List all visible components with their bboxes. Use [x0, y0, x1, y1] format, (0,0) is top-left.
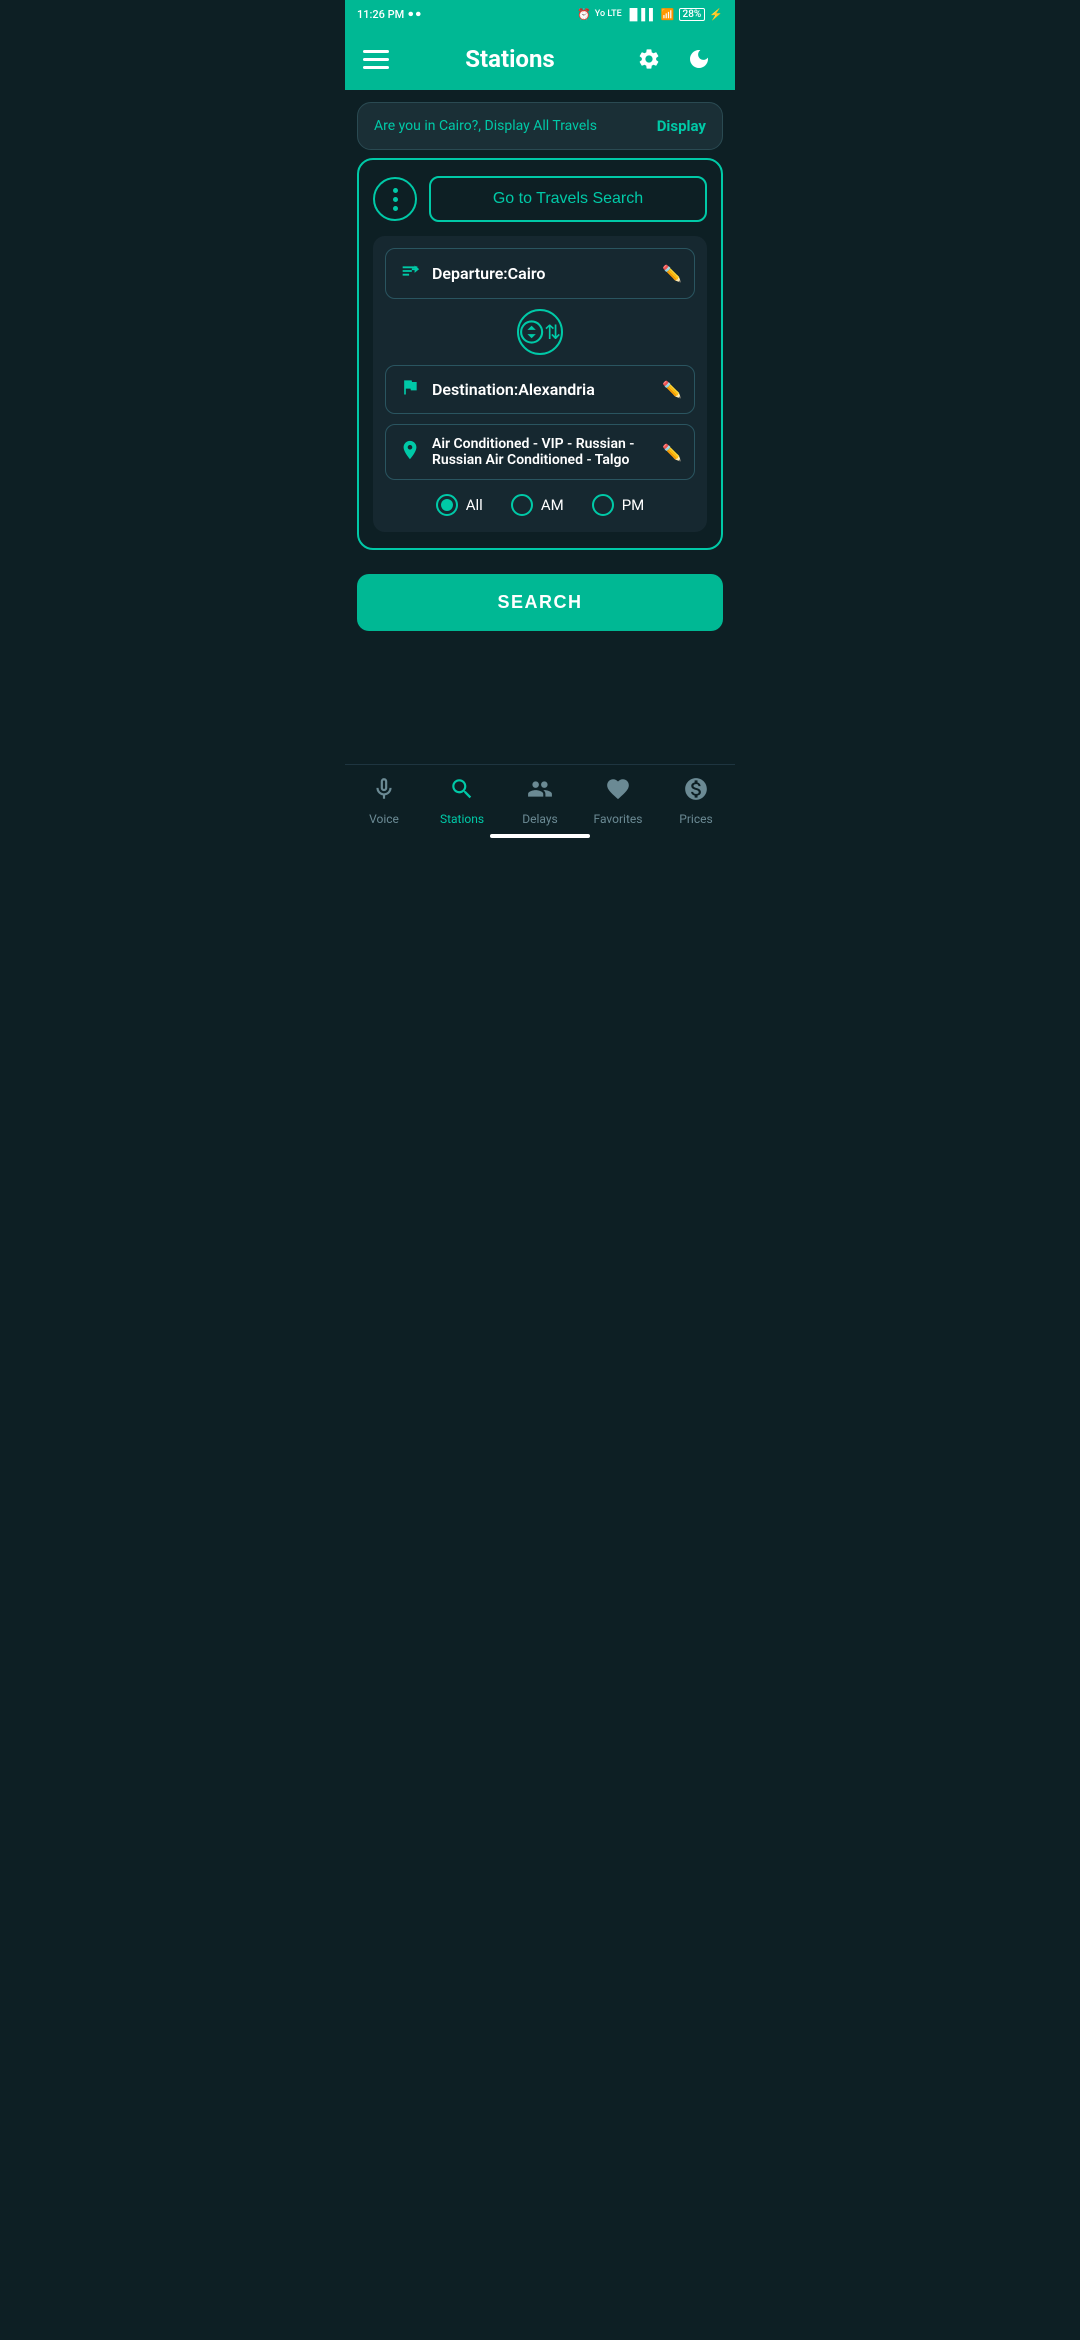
dot [393, 206, 398, 211]
go-to-travels-button[interactable]: Go to Travels Search [429, 176, 707, 222]
radio-label-all: All [466, 496, 483, 514]
header-actions [631, 41, 717, 77]
travels-row: Go to Travels Search [373, 176, 707, 222]
destination-field[interactable]: Destination:Alexandria ✏️ [385, 365, 695, 414]
nav-favorites[interactable]: Favorites [583, 776, 653, 826]
dot [393, 197, 398, 202]
nav-prices[interactable]: Prices [661, 776, 731, 826]
lte-icon: Yo LTE [595, 9, 622, 19]
theme-button[interactable] [681, 41, 717, 77]
radio-am[interactable]: AM [511, 494, 564, 516]
stations-label: Stations [440, 812, 484, 826]
delays-icon [527, 776, 553, 808]
page-title: Stations [465, 45, 555, 73]
nav-delays[interactable]: Delays [505, 776, 575, 826]
media-icon: ⏺ ⏺ [408, 9, 421, 20]
search-button[interactable]: SEARCH [357, 574, 723, 631]
alarm-icon: ⏰ [577, 8, 591, 21]
prices-label: Prices [679, 812, 712, 826]
more-options-button[interactable] [373, 177, 417, 221]
home-indicator [490, 834, 590, 838]
time-filter-group: All AM PM [385, 494, 695, 520]
nav-stations[interactable]: Stations [427, 776, 497, 826]
status-icons: ⏰ Yo LTE ▐▌▌▌ 📶 28% ⚡ [577, 8, 723, 21]
menu-button[interactable] [363, 50, 389, 69]
voice-label: Voice [369, 812, 399, 826]
departure-icon [398, 260, 422, 287]
bottom-navigation: Voice Stations Delays Favorites [345, 764, 735, 844]
departure-edit-icon[interactable]: ✏️ [662, 264, 682, 283]
departure-text: Departure:Cairo [432, 264, 652, 283]
search-card: Go to Travels Search Departure:Cairo ✏️ [357, 158, 723, 550]
signal-icon: ▐▌▌▌ [626, 8, 657, 21]
status-bar: 11:26 PM ⏺ ⏺ ⏰ Yo LTE ▐▌▌▌ 📶 28% ⚡ [345, 0, 735, 28]
favorites-label: Favorites [594, 812, 643, 826]
prices-icon [683, 776, 709, 808]
radio-circle-am [511, 494, 533, 516]
radio-label-pm: PM [622, 496, 645, 514]
radio-all[interactable]: All [436, 494, 483, 516]
radio-circle-pm [592, 494, 614, 516]
destination-icon [398, 377, 422, 402]
fields-container: Departure:Cairo ✏️ ⇅ Destination:Alexand [373, 236, 707, 532]
destination-edit-icon[interactable]: ✏️ [662, 380, 682, 399]
charge-icon: ⚡ [709, 8, 723, 21]
dot [393, 188, 398, 193]
favorites-icon [605, 776, 631, 808]
stations-icon [449, 776, 475, 808]
radio-circle-all [436, 494, 458, 516]
train-type-icon [398, 439, 422, 466]
swap-button[interactable]: ⇅ [517, 309, 563, 355]
train-type-text: Air Conditioned - VIP - Russian - Russia… [432, 436, 652, 468]
nav-voice[interactable]: Voice [349, 776, 419, 826]
train-type-edit-icon[interactable]: ✏️ [662, 443, 682, 462]
top-bar: Stations [345, 28, 735, 90]
display-button[interactable]: Display [657, 117, 706, 135]
time-display: 11:26 PM [357, 8, 404, 21]
radio-label-am: AM [541, 496, 564, 514]
radio-pm[interactable]: PM [592, 494, 645, 516]
delays-label: Delays [522, 812, 557, 826]
destination-text: Destination:Alexandria [432, 380, 652, 399]
banner-text: Are you in Cairo?, Display All Travels [374, 118, 597, 134]
voice-icon [371, 776, 397, 808]
departure-field[interactable]: Departure:Cairo ✏️ [385, 248, 695, 299]
battery-icon: 28% [679, 8, 706, 21]
settings-button[interactable] [631, 41, 667, 77]
train-type-field[interactable]: Air Conditioned - VIP - Russian - Russia… [385, 424, 695, 480]
status-time: 11:26 PM ⏺ ⏺ [357, 8, 421, 21]
swap-container: ⇅ [385, 309, 695, 355]
wifi-icon: 📶 [661, 8, 675, 21]
location-banner[interactable]: Are you in Cairo?, Display All Travels D… [357, 102, 723, 150]
